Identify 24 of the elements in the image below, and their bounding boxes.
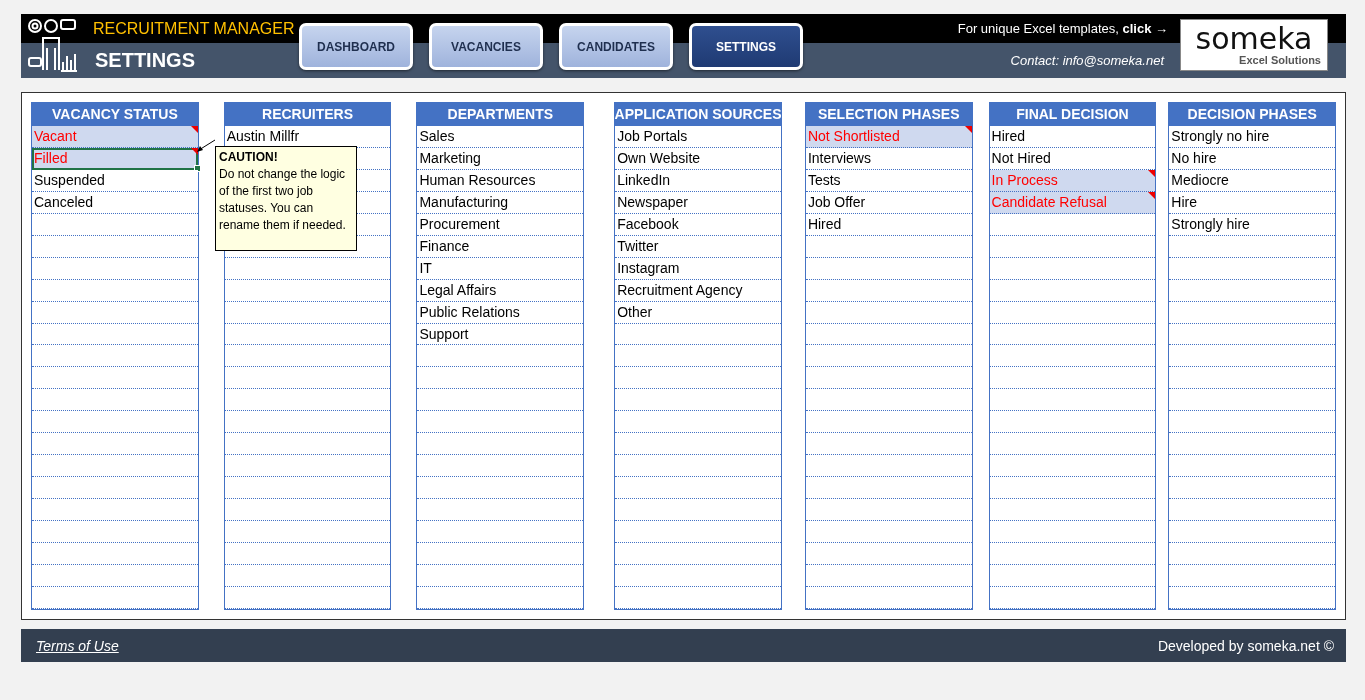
list-cell[interactable]: Suspended — [32, 169, 198, 192]
list-header: DEPARTMENTS — [416, 102, 585, 126]
app-title: RECRUITMENT MANAGER — [92, 19, 295, 38]
templates-link[interactable]: For unique Excel templates, click → — [957, 21, 1180, 36]
logo-name: someka — [1195, 24, 1313, 54]
nav-button[interactable]: VACANCIES — [429, 23, 543, 70]
nav-button[interactable]: SETTINGS — [689, 23, 803, 70]
terms-link[interactable]: Terms of Use — [36, 637, 119, 654]
list-header: FINAL DECISION — [988, 102, 1157, 126]
nav-button[interactable]: CANDIDATES — [559, 23, 673, 70]
contact-text: Contact: info@someka.net — [1010, 53, 1166, 68]
comment-pointer-icon — [197, 138, 217, 152]
logo-tagline: Excel Solutions — [1239, 54, 1322, 66]
list-header: APPLICATION SOURCES — [614, 102, 782, 126]
comment-text: Do not change the logic of the first two job statuses. You can rename them if needed. — [219, 166, 347, 234]
list-header: SELECTION PHASES — [804, 102, 973, 126]
list-header: RECRUITERS — [223, 102, 392, 126]
company-logo[interactable]: someka Excel Solutions — [1180, 19, 1328, 71]
nav-button[interactable]: DASHBOARD — [299, 23, 413, 70]
list-header: DECISION PHASES — [1168, 102, 1337, 126]
page-title: SETTINGS — [94, 49, 196, 72]
comment-title: CAUTION! — [219, 149, 279, 166]
list-header: VACANCY STATUS — [31, 102, 199, 126]
credit-text: Developed by someka.net © — [1157, 637, 1334, 654]
